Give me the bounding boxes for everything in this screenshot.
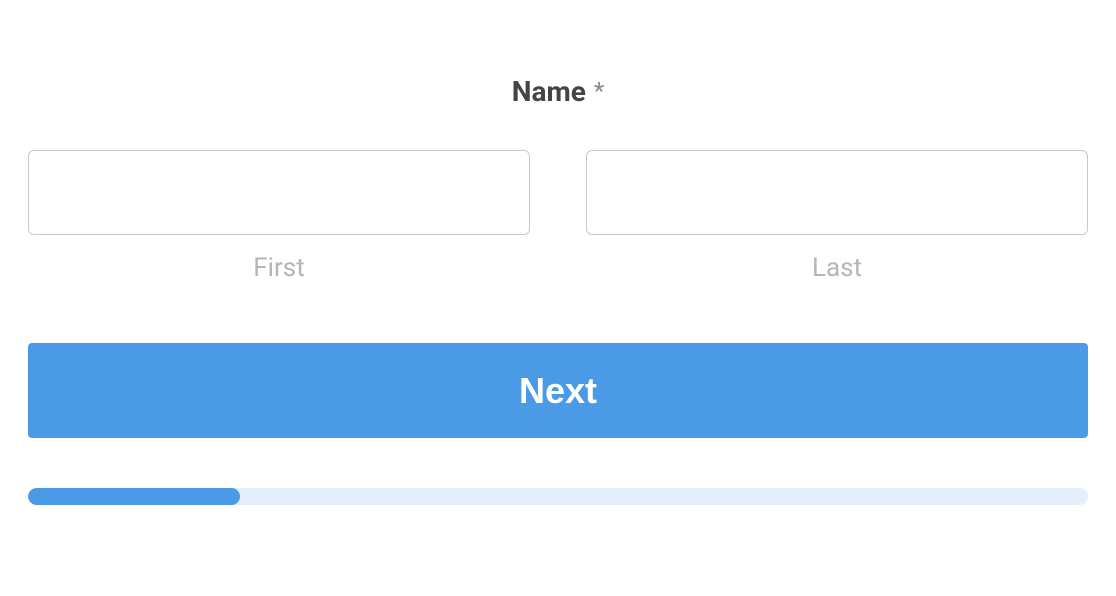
last-name-input[interactable] (586, 150, 1088, 235)
name-label: Name (512, 75, 586, 108)
progress-bar (28, 488, 1088, 505)
name-form: Name * First Last Next (28, 75, 1088, 505)
first-name-group: First (28, 150, 530, 283)
progress-fill (28, 488, 240, 505)
field-label-row: Name * (28, 75, 1088, 108)
next-button[interactable]: Next (28, 343, 1088, 438)
last-name-group: Last (586, 150, 1088, 283)
name-inputs-row: First Last (28, 150, 1088, 283)
last-name-sublabel: Last (812, 253, 862, 283)
required-asterisk-icon: * (594, 77, 604, 105)
first-name-sublabel: First (253, 253, 304, 283)
first-name-input[interactable] (28, 150, 530, 235)
